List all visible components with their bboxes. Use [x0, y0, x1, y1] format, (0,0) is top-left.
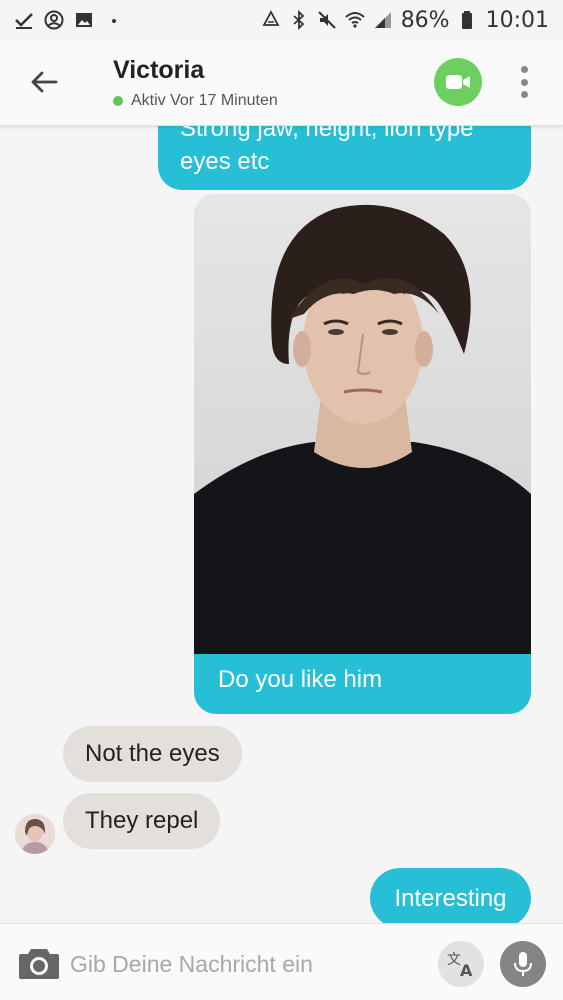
message-input[interactable] [70, 946, 420, 982]
outgoing-message[interactable]: Strong jaw, height, lion type eyes etc [158, 126, 531, 190]
video-call-button[interactable] [434, 58, 482, 106]
mute-icon [317, 10, 337, 30]
back-button[interactable] [24, 64, 64, 100]
outgoing-message[interactable]: Interesting [370, 868, 531, 923]
camera-icon [19, 949, 59, 979]
image-icon [74, 10, 94, 30]
account-circle-icon [44, 10, 64, 30]
photo-caption: Do you like him [218, 666, 383, 693]
check-icon [14, 10, 34, 30]
svg-text:A: A [460, 961, 473, 978]
last-active-text: Aktiv Vor 17 Minuten [131, 92, 278, 109]
more-options-button[interactable] [510, 62, 538, 102]
dot-icon [104, 10, 124, 30]
outgoing-photo-message[interactable]: Do you like him [194, 194, 531, 714]
recycle-icon [261, 10, 281, 30]
message-text-line: Strong jaw, height, lion type [180, 126, 474, 142]
chat-header: Victoria Aktiv Vor 17 Minuten [0, 40, 563, 126]
contact-name[interactable]: Victoria [113, 56, 204, 85]
clock: 10:01 [485, 7, 549, 33]
battery-percentage: 86% [400, 7, 450, 33]
bluetooth-icon [289, 10, 309, 30]
shared-photo[interactable] [194, 194, 531, 654]
incoming-message[interactable]: They repel [63, 793, 221, 849]
video-camera-icon [446, 75, 470, 89]
svg-text:文: 文 [447, 952, 461, 968]
more-dot [520, 91, 528, 98]
message-text-line: eyes etc [180, 148, 270, 175]
avatar-image [15, 814, 55, 854]
voice-message-button[interactable] [500, 941, 546, 987]
message-list[interactable]: Strong jaw, height, lion type eyes etc D… [0, 126, 563, 923]
translate-button[interactable]: 文A [438, 941, 484, 987]
arrow-back-icon [31, 71, 58, 93]
message-composer: 文A [0, 923, 563, 1000]
portrait-image [194, 194, 531, 654]
presence-status: Aktiv Vor 17 Minuten [113, 92, 278, 110]
status-bar-right: 86% 10:01 [261, 8, 549, 33]
microphone-icon [514, 952, 532, 976]
wifi-icon [345, 10, 365, 30]
status-bar: 86% 10:01 [0, 0, 563, 40]
online-indicator-icon [113, 96, 123, 106]
translate-icon: 文A [447, 952, 473, 978]
more-dot [520, 66, 528, 73]
status-bar-left [14, 10, 124, 30]
contact-avatar[interactable] [15, 814, 55, 854]
battery-icon [458, 10, 478, 30]
more-dot [520, 78, 528, 86]
signal-icon [373, 10, 393, 30]
incoming-message[interactable]: Not the eyes [63, 726, 242, 782]
camera-button[interactable] [18, 946, 60, 980]
